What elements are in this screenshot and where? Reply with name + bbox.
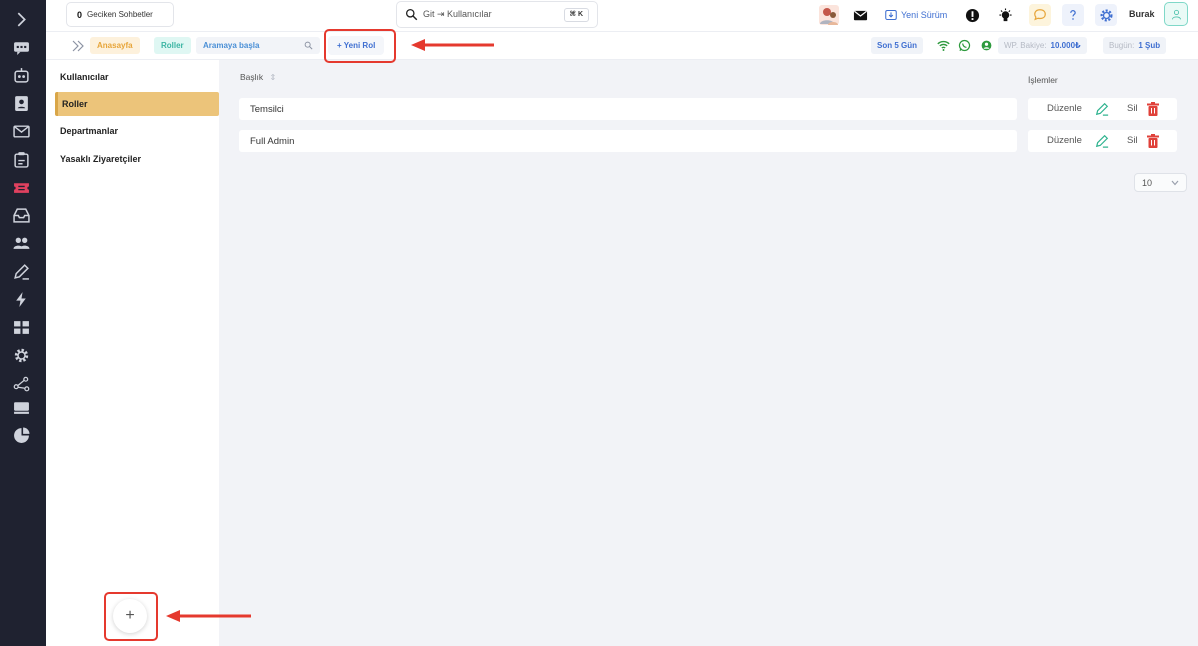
delete-button[interactable]: Sil bbox=[1127, 103, 1138, 114]
sidebar-item-roles[interactable]: Roller bbox=[55, 92, 219, 116]
column-header-actions: İşlemler bbox=[1028, 75, 1058, 85]
breadcrumb-search-placeholder: Aramaya başla bbox=[203, 41, 260, 50]
column-header-title[interactable]: Başlık ⇕ bbox=[240, 72, 276, 82]
sidebar-item-departments[interactable]: Departmanlar bbox=[55, 119, 219, 143]
chevron-right-icon[interactable] bbox=[11, 9, 31, 29]
chat-bubble-icon[interactable] bbox=[1029, 4, 1051, 26]
clipboard-icon[interactable] bbox=[11, 149, 31, 169]
grid-icon[interactable] bbox=[11, 317, 31, 337]
sidebar-item-banned-visitors[interactable]: Yasaklı Ziyaretçiler bbox=[55, 147, 219, 171]
page-size-select[interactable]: 10 bbox=[1134, 173, 1187, 192]
bulb-icon[interactable] bbox=[994, 4, 1016, 26]
app-root: 0 Geciken Sohbetler Git ⇥ Kullanıcılar ⌘… bbox=[0, 0, 1198, 646]
table-row-actions: Düzenle Sil bbox=[1028, 130, 1177, 152]
wp-balance-label: WP. Bakiye: bbox=[1004, 41, 1047, 50]
alert-icon[interactable] bbox=[961, 4, 983, 26]
chevron-down-icon bbox=[1171, 180, 1179, 186]
late-chats-count: 0 bbox=[77, 9, 83, 20]
sort-icon[interactable]: ⇕ bbox=[270, 73, 277, 82]
highlight-box-new-role bbox=[324, 29, 396, 63]
inbox-icon[interactable] bbox=[11, 205, 31, 225]
breadcrumb-current[interactable]: Roller bbox=[154, 37, 191, 54]
keyboard-icon[interactable] bbox=[11, 397, 31, 417]
wp-balance: WP. Bakiye: 10.000₺ bbox=[998, 37, 1087, 54]
ticket-icon[interactable] bbox=[11, 177, 31, 197]
wp-balance-value: 10.000₺ bbox=[1050, 41, 1081, 50]
period-filter[interactable]: Son 5 Gün bbox=[871, 37, 923, 54]
sidebar-item-users[interactable]: Kullanıcılar bbox=[55, 65, 219, 89]
whatsapp-icon bbox=[958, 39, 971, 52]
edit-icon[interactable] bbox=[1095, 134, 1109, 148]
today-label: Bugün: bbox=[1109, 41, 1135, 50]
delete-button[interactable]: Sil bbox=[1127, 135, 1138, 146]
late-chats-button[interactable]: 0 Geciken Sohbetler bbox=[66, 2, 174, 27]
global-search-placeholder: Git ⇥ Kullanıcılar bbox=[423, 9, 492, 19]
left-rail bbox=[0, 0, 46, 646]
table-row-title[interactable]: Temsilci bbox=[239, 98, 1017, 120]
late-chats-label: Geciken Sohbetler bbox=[87, 10, 153, 19]
mail-icon[interactable] bbox=[849, 4, 871, 26]
pen-icon[interactable] bbox=[11, 261, 31, 281]
today-value: 1 Şub bbox=[1138, 41, 1161, 50]
breadcrumb-search-input[interactable]: Aramaya başla bbox=[196, 37, 320, 54]
trash-icon[interactable] bbox=[1147, 134, 1159, 148]
table-row-title[interactable]: Full Admin bbox=[239, 130, 1017, 152]
settings-sidebar: Kullanıcılar Roller Departmanlar Yasaklı… bbox=[46, 60, 219, 646]
chat-icon[interactable] bbox=[11, 37, 31, 57]
users-icon[interactable] bbox=[11, 233, 31, 253]
table-row-actions: Düzenle Sil bbox=[1028, 98, 1177, 120]
double-chevron-icon[interactable] bbox=[71, 39, 85, 53]
user-name[interactable]: Burak bbox=[1129, 9, 1155, 19]
roles-table: Başlık ⇕ İşlemler Temsilci Düzenle Sil F… bbox=[219, 60, 1198, 646]
today-date: Bugün: 1 Şub bbox=[1103, 37, 1167, 54]
arrow-left-icon bbox=[411, 39, 494, 51]
global-search[interactable]: Git ⇥ Kullanıcılar ⌘ K bbox=[396, 1, 598, 28]
new-version-button[interactable]: Yeni Sürüm bbox=[879, 4, 953, 25]
avatar-group-icon[interactable] bbox=[818, 4, 840, 26]
edit-button[interactable]: Düzenle bbox=[1047, 135, 1082, 146]
contact-card-icon[interactable] bbox=[11, 93, 31, 113]
user-icon[interactable] bbox=[1164, 2, 1188, 26]
gear-icon[interactable] bbox=[11, 345, 31, 365]
new-version-label: Yeni Sürüm bbox=[901, 9, 948, 20]
wifi-icon bbox=[937, 40, 950, 51]
bot-status-icon bbox=[981, 40, 992, 51]
edit-icon[interactable] bbox=[1095, 102, 1109, 116]
pie-chart-icon[interactable] bbox=[11, 425, 31, 445]
breadcrumb: Anasayfa Roller Aramaya başla + Yeni Rol… bbox=[46, 29, 1198, 63]
bolt-icon[interactable] bbox=[11, 289, 31, 309]
search-shortcut: ⌘ K bbox=[563, 8, 589, 22]
page-size-value: 10 bbox=[1142, 177, 1153, 188]
search-icon bbox=[304, 41, 313, 50]
share-icon[interactable] bbox=[11, 373, 31, 393]
highlight-box-add-button bbox=[104, 592, 158, 641]
download-icon bbox=[885, 9, 897, 20]
top-bar: 0 Geciken Sohbetler Git ⇥ Kullanıcılar ⌘… bbox=[46, 0, 1198, 32]
question-icon[interactable] bbox=[1062, 4, 1084, 26]
edit-button[interactable]: Düzenle bbox=[1047, 103, 1082, 114]
column-header-title-label: Başlık bbox=[240, 72, 264, 82]
mail-icon[interactable] bbox=[11, 121, 31, 141]
gear-icon[interactable] bbox=[1095, 4, 1117, 26]
robot-icon[interactable] bbox=[11, 65, 31, 85]
trash-icon[interactable] bbox=[1147, 102, 1159, 116]
breadcrumb-home[interactable]: Anasayfa bbox=[90, 37, 140, 54]
search-icon bbox=[405, 8, 418, 21]
